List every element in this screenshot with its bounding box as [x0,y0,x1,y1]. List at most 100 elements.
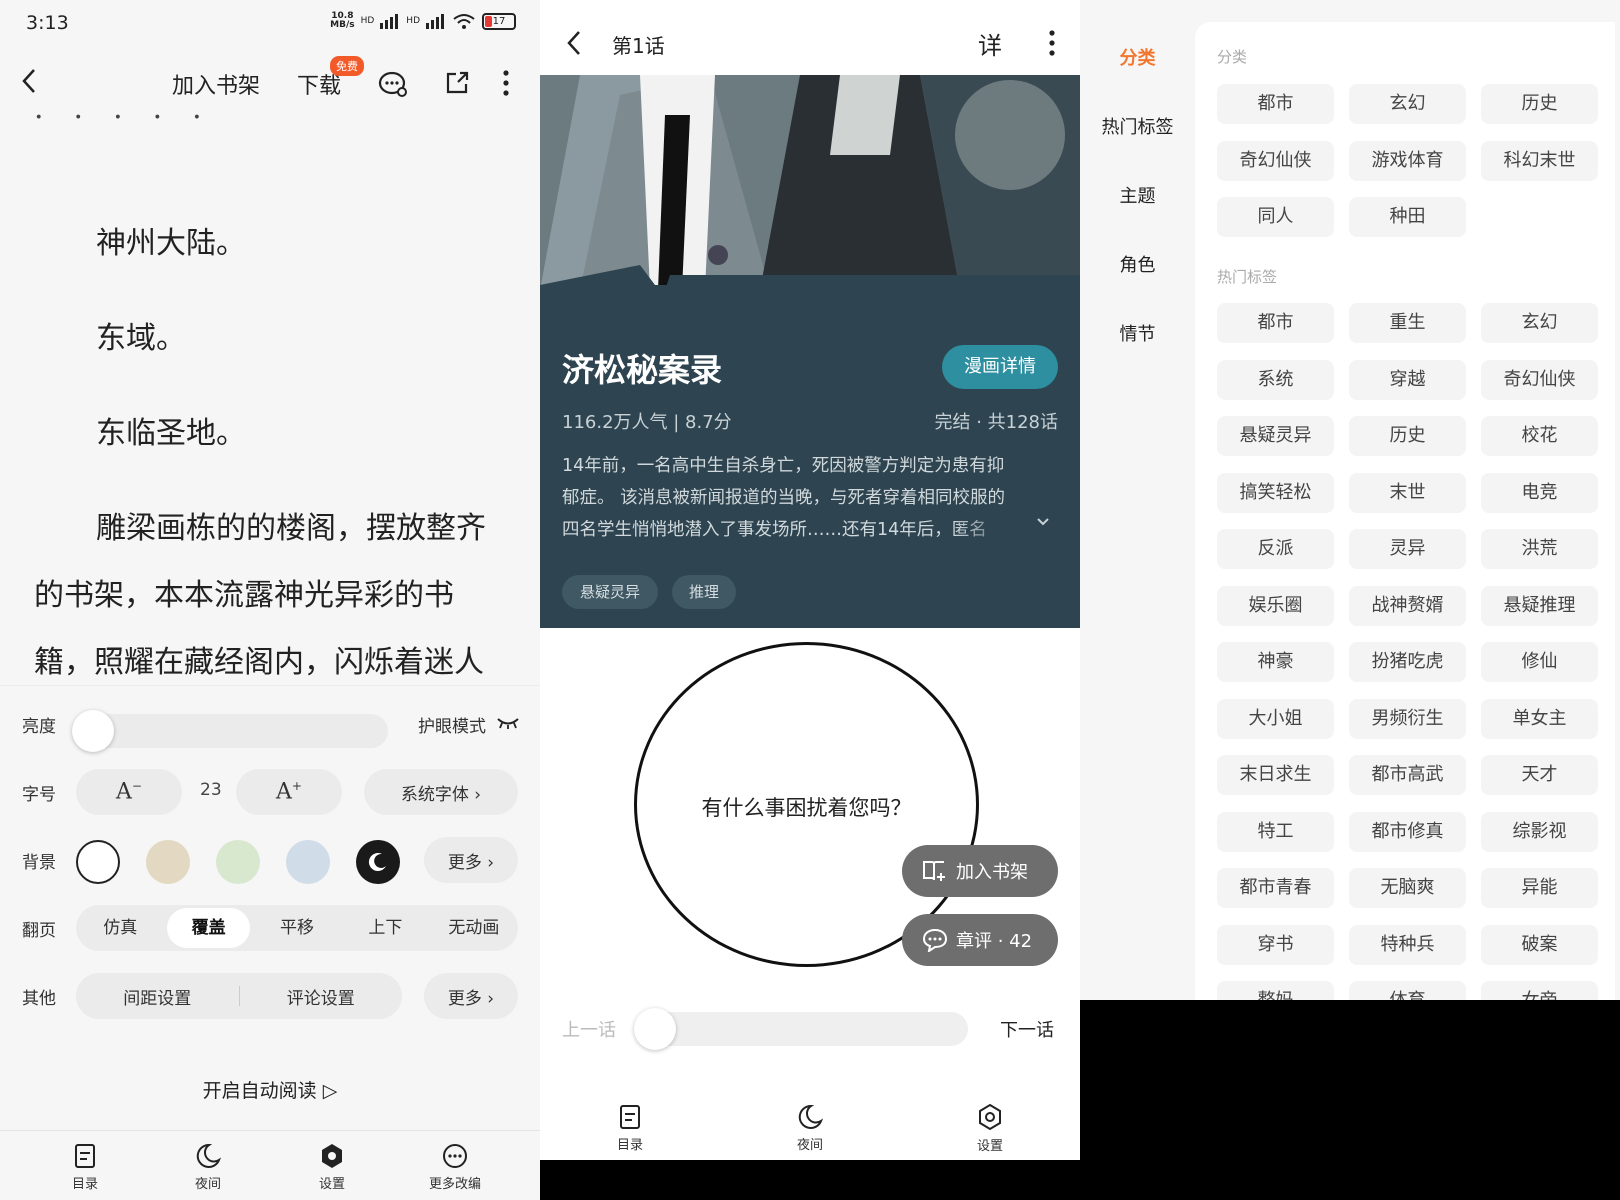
category-chip[interactable]: 悬疑推理 [1481,585,1598,626]
comment-settings-button[interactable]: 评论设置 [240,984,403,1009]
back-icon[interactable] [564,28,584,58]
more-vertical-icon[interactable] [1046,28,1058,58]
font-decrease-button[interactable]: A− [76,769,182,815]
eye-mode-toggle[interactable]: 护眼模式 [418,712,486,737]
page-mode-option[interactable]: 仿真 [79,908,161,948]
category-chip[interactable]: 洪荒 [1481,529,1598,569]
page-mode-option-selected[interactable]: 覆盖 [167,908,250,948]
category-chip[interactable]: 特种兵 [1349,924,1466,965]
category-chip[interactable]: 系统 [1217,359,1334,400]
category-chip[interactable]: 综影视 [1481,811,1598,852]
bg-option-blue[interactable] [286,840,330,884]
comment-icon[interactable] [378,70,408,98]
nav-more-adaptations[interactable]: 更多改编 [410,1141,500,1192]
category-chip[interactable]: 历史 [1349,416,1466,456]
category-chip[interactable]: 反派 [1217,529,1334,569]
chevron-down-icon[interactable] [1036,517,1050,527]
category-chip[interactable]: 都市青春 [1217,868,1334,908]
bg-more-button[interactable]: 更多 › [424,837,518,883]
category-chip[interactable]: 玄幻 [1481,303,1598,343]
nav-night[interactable]: 夜间 [163,1141,253,1192]
back-icon[interactable] [18,66,42,96]
category-chip[interactable]: 悬疑灵异 [1217,416,1334,456]
category-chip[interactable]: 末日求生 [1217,755,1334,795]
category-chip[interactable]: 重生 [1349,303,1466,343]
category-chip[interactable]: 都市高武 [1349,755,1466,795]
category-chip[interactable]: 都市修真 [1349,811,1466,852]
sidebar-item-category[interactable]: 分类 [1080,44,1195,70]
comic-detail-button[interactable]: 漫画详情 [942,345,1058,389]
category-chip[interactable]: 女帝 [1481,981,1598,1000]
category-chip[interactable]: 灵异 [1349,529,1466,569]
page-mode-option[interactable]: 平移 [256,908,338,948]
category-chip[interactable]: 战神赘婿 [1349,585,1466,626]
category-chip[interactable]: 天才 [1481,755,1598,795]
share-icon[interactable] [444,70,470,96]
category-chip[interactable]: 都市 [1217,84,1334,124]
category-chip[interactable]: 无脑爽 [1349,868,1466,908]
category-chip[interactable]: 末世 [1349,472,1466,513]
font-increase-button[interactable]: A+ [236,769,342,815]
chapter-slider[interactable] [640,1012,968,1046]
font-face-button[interactable]: 系统字体 › [364,769,518,815]
brightness-knob[interactable] [72,710,114,752]
page-mode-option[interactable]: 上下 [344,908,426,948]
category-chip[interactable]: 穿越 [1349,359,1466,400]
spacing-settings-button[interactable]: 间距设置 [76,984,239,1009]
nav-toc[interactable]: 目录 [585,1102,675,1153]
eye-closed-icon[interactable] [496,716,520,730]
category-chip[interactable]: 娱乐圈 [1217,585,1334,626]
more-vertical-icon[interactable] [500,68,512,98]
category-chip[interactable]: 校花 [1481,416,1598,456]
sidebar-item-theme[interactable]: 主题 [1080,182,1195,208]
other-more-button[interactable]: 更多 › [424,973,518,1019]
bg-option-beige[interactable] [146,840,190,884]
chapter-comment-button[interactable]: 章评 · 42 [902,914,1058,966]
category-chip[interactable]: 破案 [1481,924,1598,965]
next-chapter-button[interactable]: 下一话 [1000,1016,1054,1042]
category-chip[interactable]: 整妈 [1217,981,1334,1000]
bg-option-dark[interactable] [356,840,400,884]
category-chip[interactable]: 体育 [1349,981,1466,1000]
prev-chapter-button[interactable]: 上一话 [562,1016,616,1042]
category-chip[interactable]: 奇幻仙侠 [1481,359,1598,400]
bg-option-white[interactable] [76,840,120,884]
category-chip[interactable]: 科幻末世 [1481,140,1598,181]
nav-settings[interactable]: 设置 [287,1141,377,1192]
category-chip[interactable]: 同人 [1217,197,1334,237]
category-chip[interactable]: 奇幻仙侠 [1217,140,1334,181]
category-chip[interactable]: 神豪 [1217,642,1334,682]
nav-toc[interactable]: 目录 [40,1141,130,1192]
bg-option-green[interactable] [216,840,260,884]
brightness-slider[interactable] [72,714,388,748]
category-chip[interactable]: 单女主 [1481,698,1598,739]
tag-chip[interactable]: 推理 [672,575,736,609]
tag-chip[interactable]: 悬疑灵异 [562,575,658,609]
chapter-slider-knob[interactable] [634,1008,676,1050]
category-chip[interactable]: 游戏体育 [1349,140,1466,181]
sidebar-item-plot[interactable]: 情节 [1080,320,1195,346]
nav-settings[interactable]: 设置 [945,1102,1035,1154]
category-chip[interactable]: 历史 [1481,84,1598,124]
category-chip[interactable]: 异能 [1481,868,1598,908]
category-chip[interactable]: 特工 [1217,811,1334,852]
comic-description[interactable]: 14年前，一名高中生自杀身亡，死因被警方判定为患有抑 郁症。 该消息被新闻报道的… [562,450,1062,546]
reading-area[interactable]: · · · · · 神州大陆。 东域。 东临圣地。 雕梁画栋的的楼阁，摆放整齐 … [0,108,540,685]
sidebar-item-hot-tags[interactable]: 热门标签 [1080,113,1195,139]
category-chip[interactable]: 种田 [1349,197,1466,237]
category-chip[interactable]: 都市 [1217,303,1334,343]
add-to-shelf-button[interactable]: 加入书架 [172,68,260,100]
category-chip[interactable]: 玄幻 [1349,84,1466,124]
category-chip[interactable]: 电竞 [1481,472,1598,513]
sidebar-item-role[interactable]: 角色 [1080,251,1195,277]
detail-button[interactable]: 详 [978,26,1002,61]
category-chip[interactable]: 搞笑轻松 [1217,472,1334,513]
page-mode-option[interactable]: 无动画 [433,908,515,948]
auto-read-button[interactable]: 开启自动阅读 ▷ [0,1076,540,1103]
category-chip[interactable]: 穿书 [1217,924,1334,965]
category-chip[interactable]: 扮猪吃虎 [1349,642,1466,682]
category-chip[interactable]: 修仙 [1481,642,1598,682]
add-to-shelf-float-button[interactable]: 加入书架 [902,845,1058,897]
category-chip[interactable]: 大小姐 [1217,698,1334,739]
nav-night[interactable]: 夜间 [765,1102,855,1153]
